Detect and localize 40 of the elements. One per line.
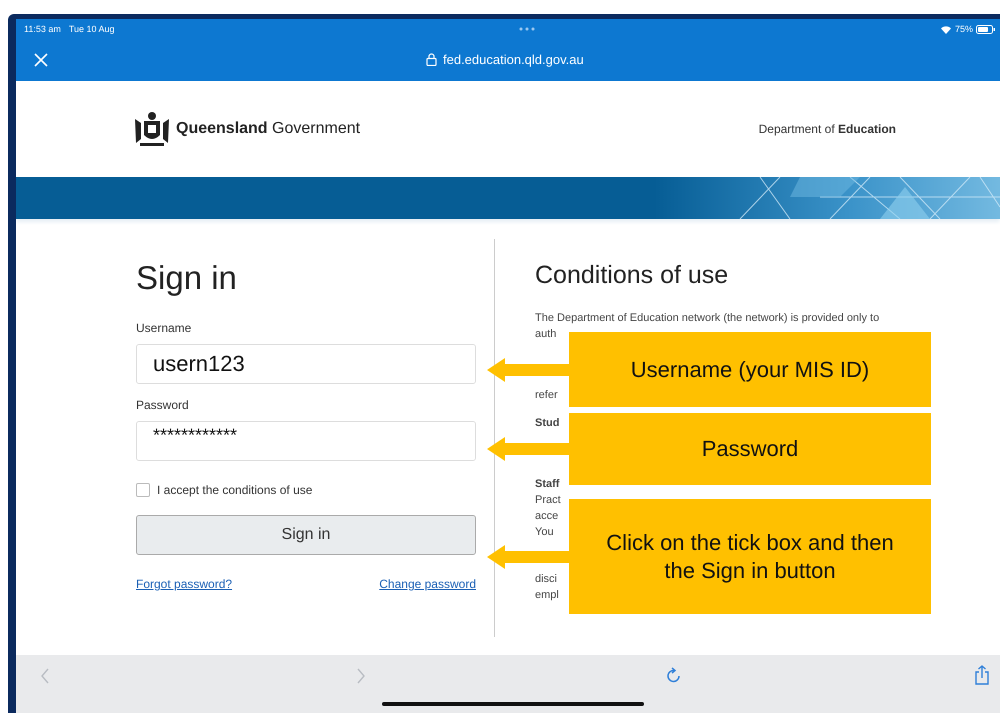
checkbox-label: I accept the conditions of use bbox=[157, 483, 312, 497]
forward-chevron-icon[interactable] bbox=[356, 668, 366, 684]
callout-box: Username (your MIS ID) bbox=[569, 332, 931, 407]
status-time: 11:53 am bbox=[24, 24, 61, 34]
brand-name: Queensland Government bbox=[176, 120, 360, 138]
username-field[interactable]: usern123 bbox=[136, 344, 476, 384]
conditions-text: The Department of Education network (the network) is provided only to bbox=[535, 311, 880, 326]
conditions-text: disci bbox=[535, 572, 558, 587]
conditions-text: Stud bbox=[535, 416, 560, 431]
field-label: Password bbox=[136, 398, 190, 412]
lock-icon bbox=[426, 53, 437, 66]
password-field[interactable]: ************ bbox=[136, 421, 476, 461]
close-icon[interactable] bbox=[34, 53, 48, 67]
conditions-text: Staff bbox=[535, 477, 560, 492]
battery-icon bbox=[976, 24, 996, 34]
checkbox[interactable] bbox=[136, 483, 150, 497]
wifi-icon bbox=[940, 24, 952, 34]
crest-icon bbox=[132, 109, 172, 149]
conditions-text: refer bbox=[535, 388, 558, 403]
share-icon[interactable] bbox=[974, 665, 990, 685]
sign-in-heading: Sign in bbox=[136, 259, 238, 297]
department-name: Department of Education bbox=[758, 122, 896, 136]
conditions-heading: Conditions of use bbox=[535, 261, 730, 290]
url-text: fed.education.qld.gov.au bbox=[443, 52, 584, 67]
sign-in-button[interactable]: Sign in bbox=[136, 515, 476, 555]
conditions-text: empl bbox=[535, 588, 559, 603]
conditions-text: You bbox=[535, 525, 554, 540]
conditions-text: auth bbox=[535, 327, 556, 342]
status-date: Tue 10 Aug bbox=[68, 24, 115, 34]
callout-box: Password bbox=[569, 413, 931, 485]
text-link[interactable]: Change password bbox=[379, 577, 476, 591]
more-dots-icon[interactable] bbox=[519, 27, 536, 31]
callout-box: Click on the tick box and then the Sign in button bbox=[569, 499, 931, 614]
reload-icon[interactable] bbox=[666, 667, 682, 685]
text-link[interactable]: Forgot password? bbox=[136, 577, 232, 591]
back-chevron-icon[interactable] bbox=[40, 668, 50, 684]
conditions-text: acce bbox=[535, 509, 558, 524]
field-label: Username bbox=[136, 321, 192, 335]
conditions-text: Pract bbox=[535, 493, 561, 508]
battery-percent: 75% bbox=[954, 24, 973, 34]
